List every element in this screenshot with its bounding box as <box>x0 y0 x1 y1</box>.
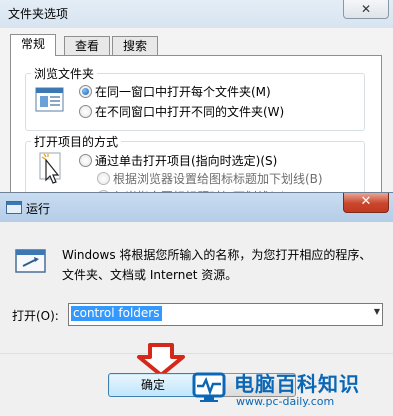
browse-folders-label: 浏览文件夹 <box>31 65 98 82</box>
click-items-label: 打开项目的方式 <box>31 133 122 150</box>
run-description: Windows 将根据您所输入的名称，为您打开相应的程序、 文件夹、文档或 In… <box>62 245 382 285</box>
run-window-icon <box>6 201 22 214</box>
folder-options-window: 文件夹选项 ✕ 常规 查看 搜索 浏览文件夹 在同一窗口中打开每个文件夹(M) … <box>0 0 393 204</box>
browser-underline-radio[interactable] <box>97 172 110 185</box>
folder-options-title: 文件夹选项 <box>8 7 69 21</box>
down-arrow-annotation-icon <box>137 343 185 377</box>
run-description-line-1: Windows 将根据您所输入的名称，为您打开相应的程序、 <box>62 248 372 262</box>
chevron-down-icon[interactable]: ▼ <box>374 307 380 316</box>
same-window-option-label: 在同一窗口中打开每个文件夹(M) <box>95 85 271 99</box>
new-window-option-label: 在不同窗口中打开不同的文件夹(W) <box>95 105 285 119</box>
run-title: 运行 <box>26 202 51 216</box>
folder-window-icon <box>35 87 64 112</box>
run-close-button[interactable]: ✕ <box>343 193 389 213</box>
run-titlebar: 运行 ✕ <box>0 193 393 222</box>
tab-view[interactable]: 查看 <box>64 36 110 55</box>
general-tab-panel: 浏览文件夹 在同一窗口中打开每个文件夹(M) 在不同窗口中打开不同的文件夹(W)… <box>10 55 382 204</box>
folder-options-titlebar: 文件夹选项 ✕ <box>0 0 393 28</box>
pointer-click-icon <box>39 152 61 184</box>
run-description-line-2: 文件夹、文档或 Internet 资源。 <box>62 268 238 282</box>
same-window-radio[interactable] <box>79 85 92 98</box>
ok-button[interactable]: 确定 <box>108 373 198 397</box>
monitor-pulse-logo-icon <box>192 372 226 402</box>
open-input-value[interactable]: control folders <box>71 306 162 321</box>
folder-options-close-button[interactable]: ✕ <box>343 0 389 19</box>
watermark-text: 电脑百科知识 <box>234 372 360 396</box>
browser-underline-option-label: 根据浏览器设置给图标标题加下划线(B) <box>113 172 323 186</box>
open-combobox[interactable]: control folders ▼ <box>68 303 383 326</box>
run-program-icon <box>15 249 46 273</box>
new-window-radio[interactable] <box>79 105 92 118</box>
close-icon: ✕ <box>360 2 372 16</box>
watermark-url: www.pc-daily.com <box>236 395 335 408</box>
single-click-option-label: 通过单击打开项目(指向时选定)(S) <box>95 154 278 168</box>
watermark: 电脑百科知识 www.pc-daily.com <box>190 364 393 414</box>
open-label: 打开(O): <box>12 309 59 323</box>
single-click-radio[interactable] <box>79 154 92 167</box>
tab-search[interactable]: 搜索 <box>112 36 158 55</box>
tab-general[interactable]: 常规 <box>10 34 56 56</box>
close-icon: ✕ <box>360 194 372 209</box>
